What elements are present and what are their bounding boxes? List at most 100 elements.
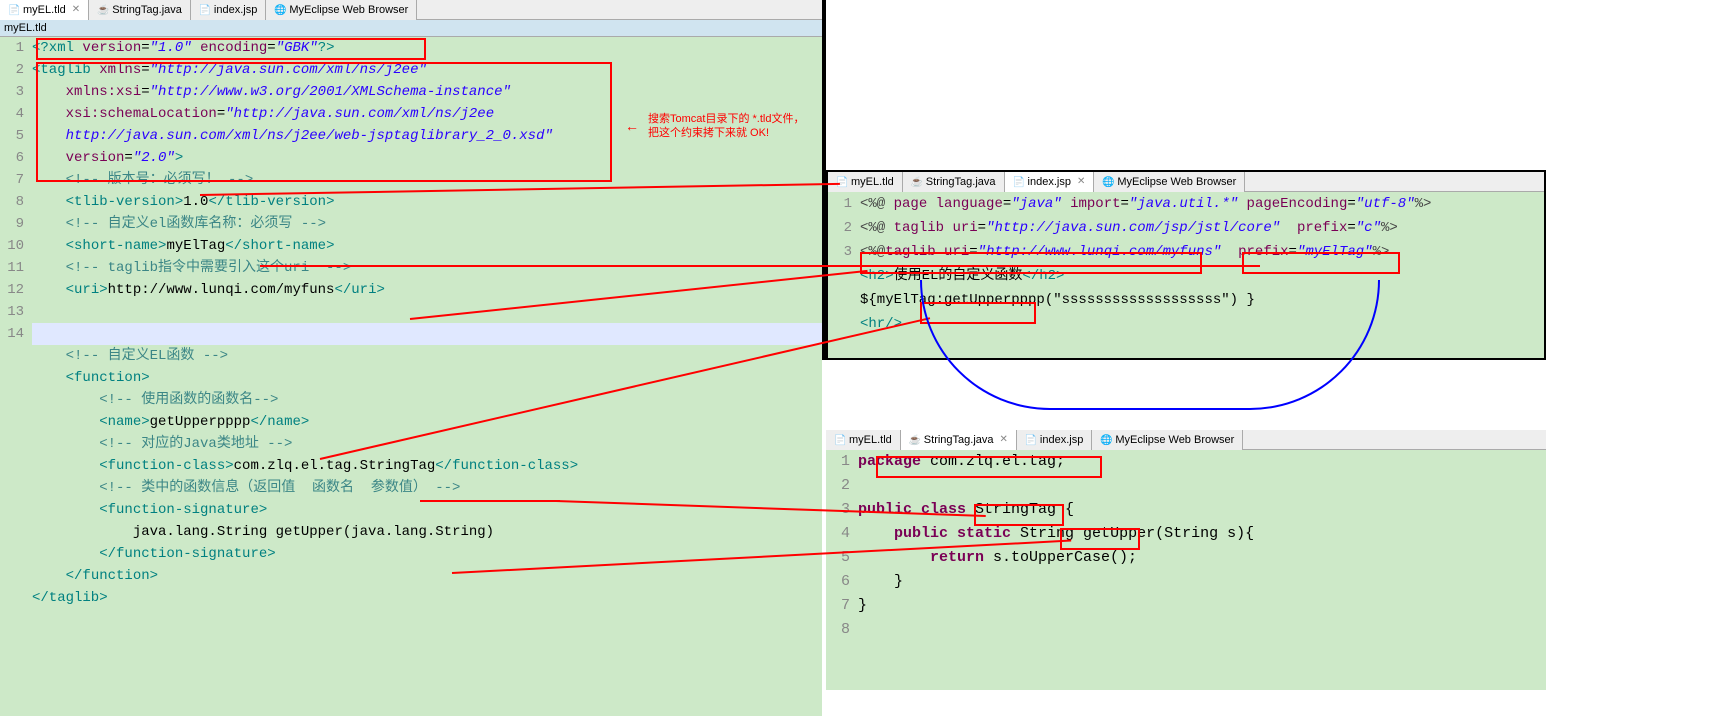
code-line[interactable]: <name>getUpperpppp</name> — [4, 411, 822, 433]
code-line[interactable]: <!-- 使用函数的函数名--> — [4, 389, 822, 411]
tab-stringtag-java[interactable]: StringTag.java — [89, 0, 191, 20]
tab-myel-tld[interactable]: myEL.tld✕ — [0, 0, 89, 20]
code-text[interactable]: public class StringTag { — [858, 498, 1546, 522]
code-line[interactable]: 13 — [4, 301, 822, 323]
bottomright-code-area[interactable]: 1package com.zlq.el.tag;23public class S… — [826, 450, 1546, 642]
tab-index-jsp[interactable]: index.jsp — [191, 0, 266, 20]
code-text[interactable]: version="2.0"> — [32, 147, 822, 169]
code-text[interactable]: <uri>http://www.lunqi.com/myfuns</uri> — [32, 279, 822, 301]
code-text[interactable]: java.lang.String getUpper(java.lang.Stri… — [32, 521, 822, 543]
code-text[interactable]: <!-- 使用函数的函数名--> — [32, 389, 822, 411]
tab-stringtag-java[interactable]: StringTag.java✕ — [901, 430, 1017, 450]
tab-stringtag-java[interactable]: StringTag.java — [903, 172, 1005, 192]
code-line[interactable]: </function> — [4, 565, 822, 587]
code-line[interactable]: 5 return s.toUpperCase(); — [830, 546, 1546, 570]
code-line[interactable]: 1<?xml version="1.0" encoding="GBK"?> — [4, 37, 822, 59]
code-line[interactable]: 3<%@taglib uri="http://www.lunqi.com/myf… — [832, 240, 1544, 264]
code-text[interactable]: <?xml version="1.0" encoding="GBK"?> — [32, 37, 822, 59]
tab-myel-tld[interactable]: myEL.tld — [828, 172, 903, 192]
code-line[interactable]: <!-- 类中的函数信息（返回值 函数名 参数值） --> — [4, 477, 822, 499]
code-text[interactable] — [858, 618, 1546, 642]
close-icon[interactable]: ✕ — [1077, 176, 1085, 187]
code-text[interactable]: </taglib> — [32, 587, 822, 609]
code-text[interactable]: <!-- 自定义el函数库名称：必须写 --> — [32, 213, 822, 235]
code-text[interactable]: <!-- 对应的Java类地址 --> — [32, 433, 822, 455]
code-text[interactable]: <!-- taglib指令中需要引入这个uri --> — [32, 257, 822, 279]
code-line[interactable]: <function-class>com.zlq.el.tag.StringTag… — [4, 455, 822, 477]
close-icon[interactable]: ✕ — [72, 4, 80, 15]
left-code-area[interactable]: 1<?xml version="1.0" encoding="GBK"?>2<t… — [0, 37, 822, 609]
line-number: 8 — [4, 191, 32, 213]
code-line[interactable]: 3public class StringTag { — [830, 498, 1546, 522]
code-line[interactable]: <function-signature> — [4, 499, 822, 521]
code-text[interactable] — [858, 474, 1546, 498]
code-line[interactable]: 6 } — [830, 570, 1546, 594]
code-line[interactable]: 7} — [830, 594, 1546, 618]
tab-browser[interactable]: MyEclipse Web Browser — [266, 0, 417, 20]
tab-myel-tld[interactable]: myEL.tld — [826, 430, 901, 450]
code-text[interactable]: } — [858, 570, 1546, 594]
code-text[interactable]: } — [858, 594, 1546, 618]
code-text[interactable]: xsi:schemaLocation="http://java.sun.com/… — [32, 103, 822, 125]
code-text[interactable]: <!-- 类中的函数信息（返回值 函数名 参数值） --> — [32, 477, 822, 499]
code-text[interactable]: http://java.sun.com/xml/ns/j2ee/web-jspt… — [32, 125, 822, 147]
code-text[interactable]: </function-signature> — [32, 543, 822, 565]
code-text[interactable]: <!-- 自定义EL函数 --> — [32, 345, 822, 367]
code-line[interactable]: </function-signature> — [4, 543, 822, 565]
code-text[interactable]: <%@ page language="java" import="java.ut… — [860, 192, 1544, 216]
code-line[interactable]: <h2>使用EL的自定义函数</h2> — [832, 264, 1544, 288]
code-text[interactable]: return s.toUpperCase(); — [858, 546, 1546, 570]
code-line[interactable]: </taglib> — [4, 587, 822, 609]
code-text[interactable]: <taglib xmlns="http://java.sun.com/xml/n… — [32, 59, 822, 81]
code-text[interactable]: public static String getUpper(String s){ — [858, 522, 1546, 546]
code-text[interactable]: <short-name>myElTag</short-name> — [32, 235, 822, 257]
code-line[interactable]: 6 version="2.0"> — [4, 147, 822, 169]
code-text[interactable]: <%@taglib uri="http://www.lunqi.com/myfu… — [860, 240, 1544, 264]
code-line[interactable]: <function> — [4, 367, 822, 389]
code-line[interactable]: 14 — [4, 323, 822, 345]
code-line[interactable]: 4 public static String getUpper(String s… — [830, 522, 1546, 546]
code-line[interactable]: 3 xmlns:xsi="http://www.w3.org/2001/XMLS… — [4, 81, 822, 103]
code-text[interactable]: </function> — [32, 565, 822, 587]
code-text[interactable]: <!-- 版本号：必须写！ --> — [32, 169, 822, 191]
close-icon[interactable]: ✕ — [1000, 434, 1008, 445]
code-text[interactable]: <%@ taglib uri="http://java.sun.com/jsp/… — [860, 216, 1544, 240]
topright-code-area[interactable]: 1<%@ page language="java" import="java.u… — [828, 192, 1544, 336]
line-number — [4, 411, 32, 433]
code-text[interactable]: <h2>使用EL的自定义函数</h2> — [860, 264, 1544, 288]
line-number — [4, 499, 32, 521]
code-line[interactable]: 1<%@ page language="java" import="java.u… — [832, 192, 1544, 216]
code-text[interactable]: xmlns:xsi="http://www.w3.org/2001/XMLSch… — [32, 81, 822, 103]
code-line[interactable]: ${myElTag:getUpperpppp("ssssssssssssssss… — [832, 288, 1544, 312]
code-line[interactable]: <!-- 自定义EL函数 --> — [4, 345, 822, 367]
code-line[interactable]: 2 — [830, 474, 1546, 498]
code-line[interactable]: 2<%@ taglib uri="http://java.sun.com/jsp… — [832, 216, 1544, 240]
code-text[interactable]: package com.zlq.el.tag; — [858, 450, 1546, 474]
code-line[interactable]: 9 <!-- 自定义el函数库名称：必须写 --> — [4, 213, 822, 235]
code-text[interactable]: <hr/> — [860, 312, 1544, 336]
tab-index-jsp[interactable]: index.jsp — [1017, 430, 1092, 450]
code-line[interactable]: 1package com.zlq.el.tag; — [830, 450, 1546, 474]
code-text[interactable]: ${myElTag:getUpperpppp("ssssssssssssssss… — [860, 288, 1544, 312]
tab-index-jsp[interactable]: index.jsp✕ — [1005, 172, 1095, 192]
code-line[interactable]: 10 <short-name>myElTag</short-name> — [4, 235, 822, 257]
code-line[interactable]: 8 — [830, 618, 1546, 642]
code-line[interactable]: 7 <!-- 版本号：必须写！ --> — [4, 169, 822, 191]
code-text[interactable]: <name>getUpperpppp</name> — [32, 411, 822, 433]
code-line[interactable]: 12 <uri>http://www.lunqi.com/myfuns</uri… — [4, 279, 822, 301]
code-text[interactable]: <function> — [32, 367, 822, 389]
tab-browser[interactable]: MyEclipse Web Browser — [1094, 172, 1245, 192]
code-text[interactable] — [32, 301, 822, 323]
code-line[interactable]: <!-- 对应的Java类地址 --> — [4, 433, 822, 455]
code-text[interactable]: <function-signature> — [32, 499, 822, 521]
code-text[interactable]: <tlib-version>1.0</tlib-version> — [32, 191, 822, 213]
code-line[interactable]: 4 xsi:schemaLocation="http://java.sun.co… — [4, 103, 822, 125]
code-line[interactable]: 2<taglib xmlns="http://java.sun.com/xml/… — [4, 59, 822, 81]
code-line[interactable]: 11 <!-- taglib指令中需要引入这个uri --> — [4, 257, 822, 279]
code-line[interactable]: 5 http://java.sun.com/xml/ns/j2ee/web-js… — [4, 125, 822, 147]
code-line[interactable]: <hr/> — [832, 312, 1544, 336]
code-line[interactable]: 8 <tlib-version>1.0</tlib-version> — [4, 191, 822, 213]
code-line[interactable]: java.lang.String getUpper(java.lang.Stri… — [4, 521, 822, 543]
code-text[interactable]: <function-class>com.zlq.el.tag.StringTag… — [32, 455, 822, 477]
tab-browser[interactable]: MyEclipse Web Browser — [1092, 430, 1243, 450]
